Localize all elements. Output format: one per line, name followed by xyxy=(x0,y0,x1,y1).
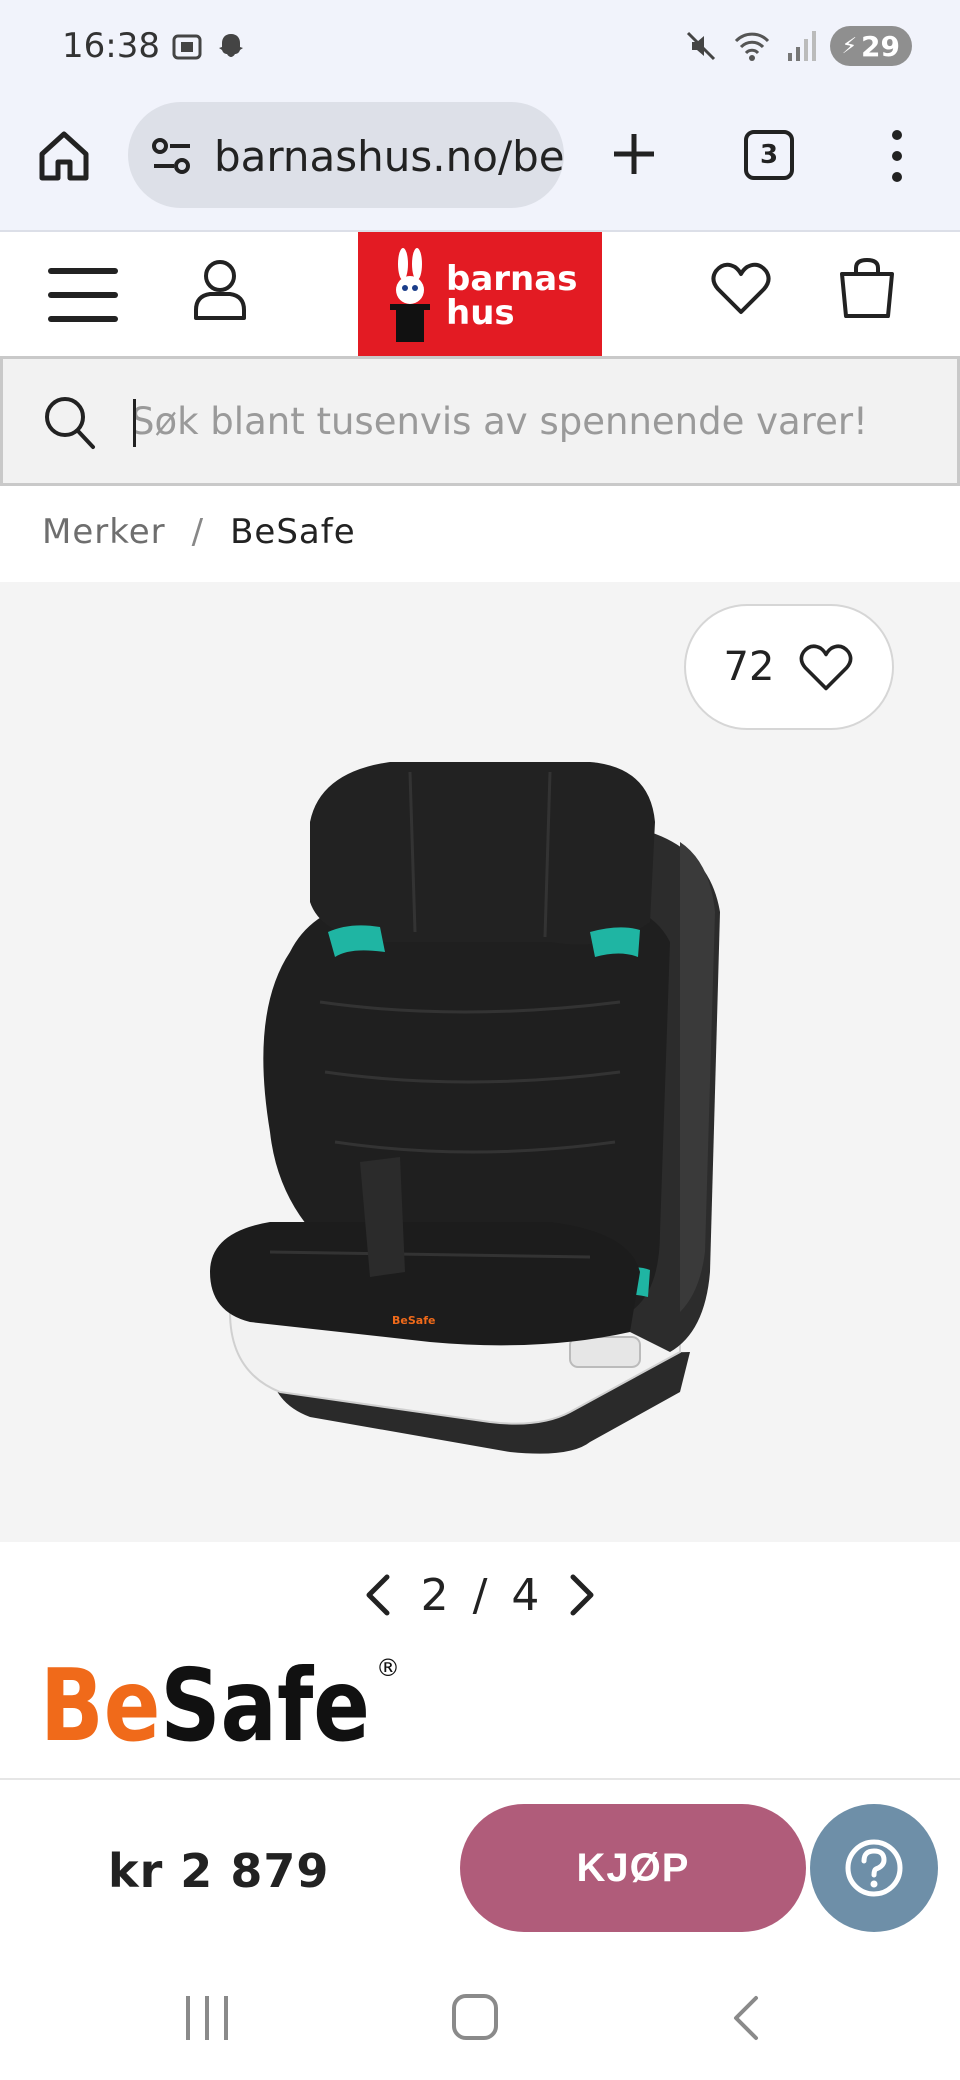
battery-level: 29 xyxy=(861,29,900,63)
product-gallery[interactable]: 72 BeSafe xyxy=(0,582,960,1542)
menu-icon[interactable] xyxy=(48,268,118,322)
status-icons-left xyxy=(170,30,248,64)
next-image-icon[interactable] xyxy=(563,1571,599,1619)
wifi-icon xyxy=(734,32,769,61)
breadcrumb-current: BeSafe xyxy=(230,512,356,552)
new-tab-icon[interactable] xyxy=(604,124,664,184)
shopping-bag-icon[interactable] xyxy=(838,256,896,320)
text-caret xyxy=(133,399,136,447)
signal-icon xyxy=(787,31,816,61)
product-image: BeSafe xyxy=(210,762,720,1454)
purchase-bar: kr 2 879 KJØP xyxy=(0,1778,960,1954)
favorite-count: 72 xyxy=(723,644,775,690)
status-time: 16:38 xyxy=(62,26,160,66)
logo-line-2: hus xyxy=(446,293,515,333)
account-icon[interactable] xyxy=(190,256,250,322)
image-index: 2 xyxy=(420,1569,449,1621)
wishlist-heart-icon[interactable] xyxy=(710,260,772,316)
image-pager: 2 / 4 xyxy=(0,1560,960,1630)
favorite-button[interactable]: 72 xyxy=(684,604,894,730)
home-icon[interactable] xyxy=(34,126,94,186)
tab-switcher-button[interactable]: 3 xyxy=(744,130,794,180)
snapchat-icon xyxy=(219,34,243,57)
status-icons-right: ⚡ 29 xyxy=(684,26,912,66)
image-total: 4 xyxy=(511,1569,540,1621)
product-price: kr 2 879 xyxy=(108,1844,330,1898)
address-bar[interactable]: barnashus.no/be xyxy=(128,102,564,208)
seat-brand-label: BeSafe xyxy=(392,1314,435,1327)
site-settings-icon[interactable] xyxy=(150,134,194,178)
search-bar xyxy=(0,356,960,486)
buy-button[interactable]: KJØP xyxy=(460,1804,806,1932)
help-button[interactable] xyxy=(810,1804,938,1932)
logo-text: barnas hus xyxy=(446,262,577,330)
breadcrumb-separator: / xyxy=(191,512,205,552)
pager-separator: / xyxy=(472,1569,488,1621)
prev-image-icon[interactable] xyxy=(361,1571,397,1619)
back-icon[interactable] xyxy=(726,1992,766,2044)
site-logo[interactable]: barnas hus xyxy=(358,232,602,356)
site-header: barnas hus xyxy=(0,232,960,356)
browser-toolbar: barnashus.no/be 3 xyxy=(0,96,960,232)
home-nav-icon[interactable] xyxy=(452,1994,498,2040)
help-icon xyxy=(845,1839,903,1897)
heart-icon xyxy=(800,644,853,691)
charging-icon: ⚡ xyxy=(841,33,858,59)
search-input[interactable] xyxy=(131,389,931,453)
screenshot-icon xyxy=(172,34,202,60)
battery-indicator: ⚡ 29 xyxy=(829,26,912,66)
logo-line-1: barnas xyxy=(446,259,578,299)
url-text: barnashus.no/be xyxy=(214,132,564,181)
system-nav-bar xyxy=(0,1954,960,2080)
browser-menu-icon[interactable] xyxy=(872,126,922,186)
brand-logo[interactable]: BeSafe ® xyxy=(40,1640,400,1750)
recent-apps-icon[interactable] xyxy=(186,1996,228,2040)
search-icon[interactable] xyxy=(41,393,97,453)
mute-icon xyxy=(686,31,715,61)
bunny-hat-icon xyxy=(390,248,430,342)
breadcrumb-link-merker[interactable]: Merker xyxy=(42,512,166,552)
breadcrumb: Merker / BeSafe xyxy=(42,512,356,552)
status-bar: 16:38 ⚡ 29 xyxy=(0,0,960,96)
tab-count: 3 xyxy=(759,140,779,170)
registered-mark: ® xyxy=(376,1654,400,1682)
